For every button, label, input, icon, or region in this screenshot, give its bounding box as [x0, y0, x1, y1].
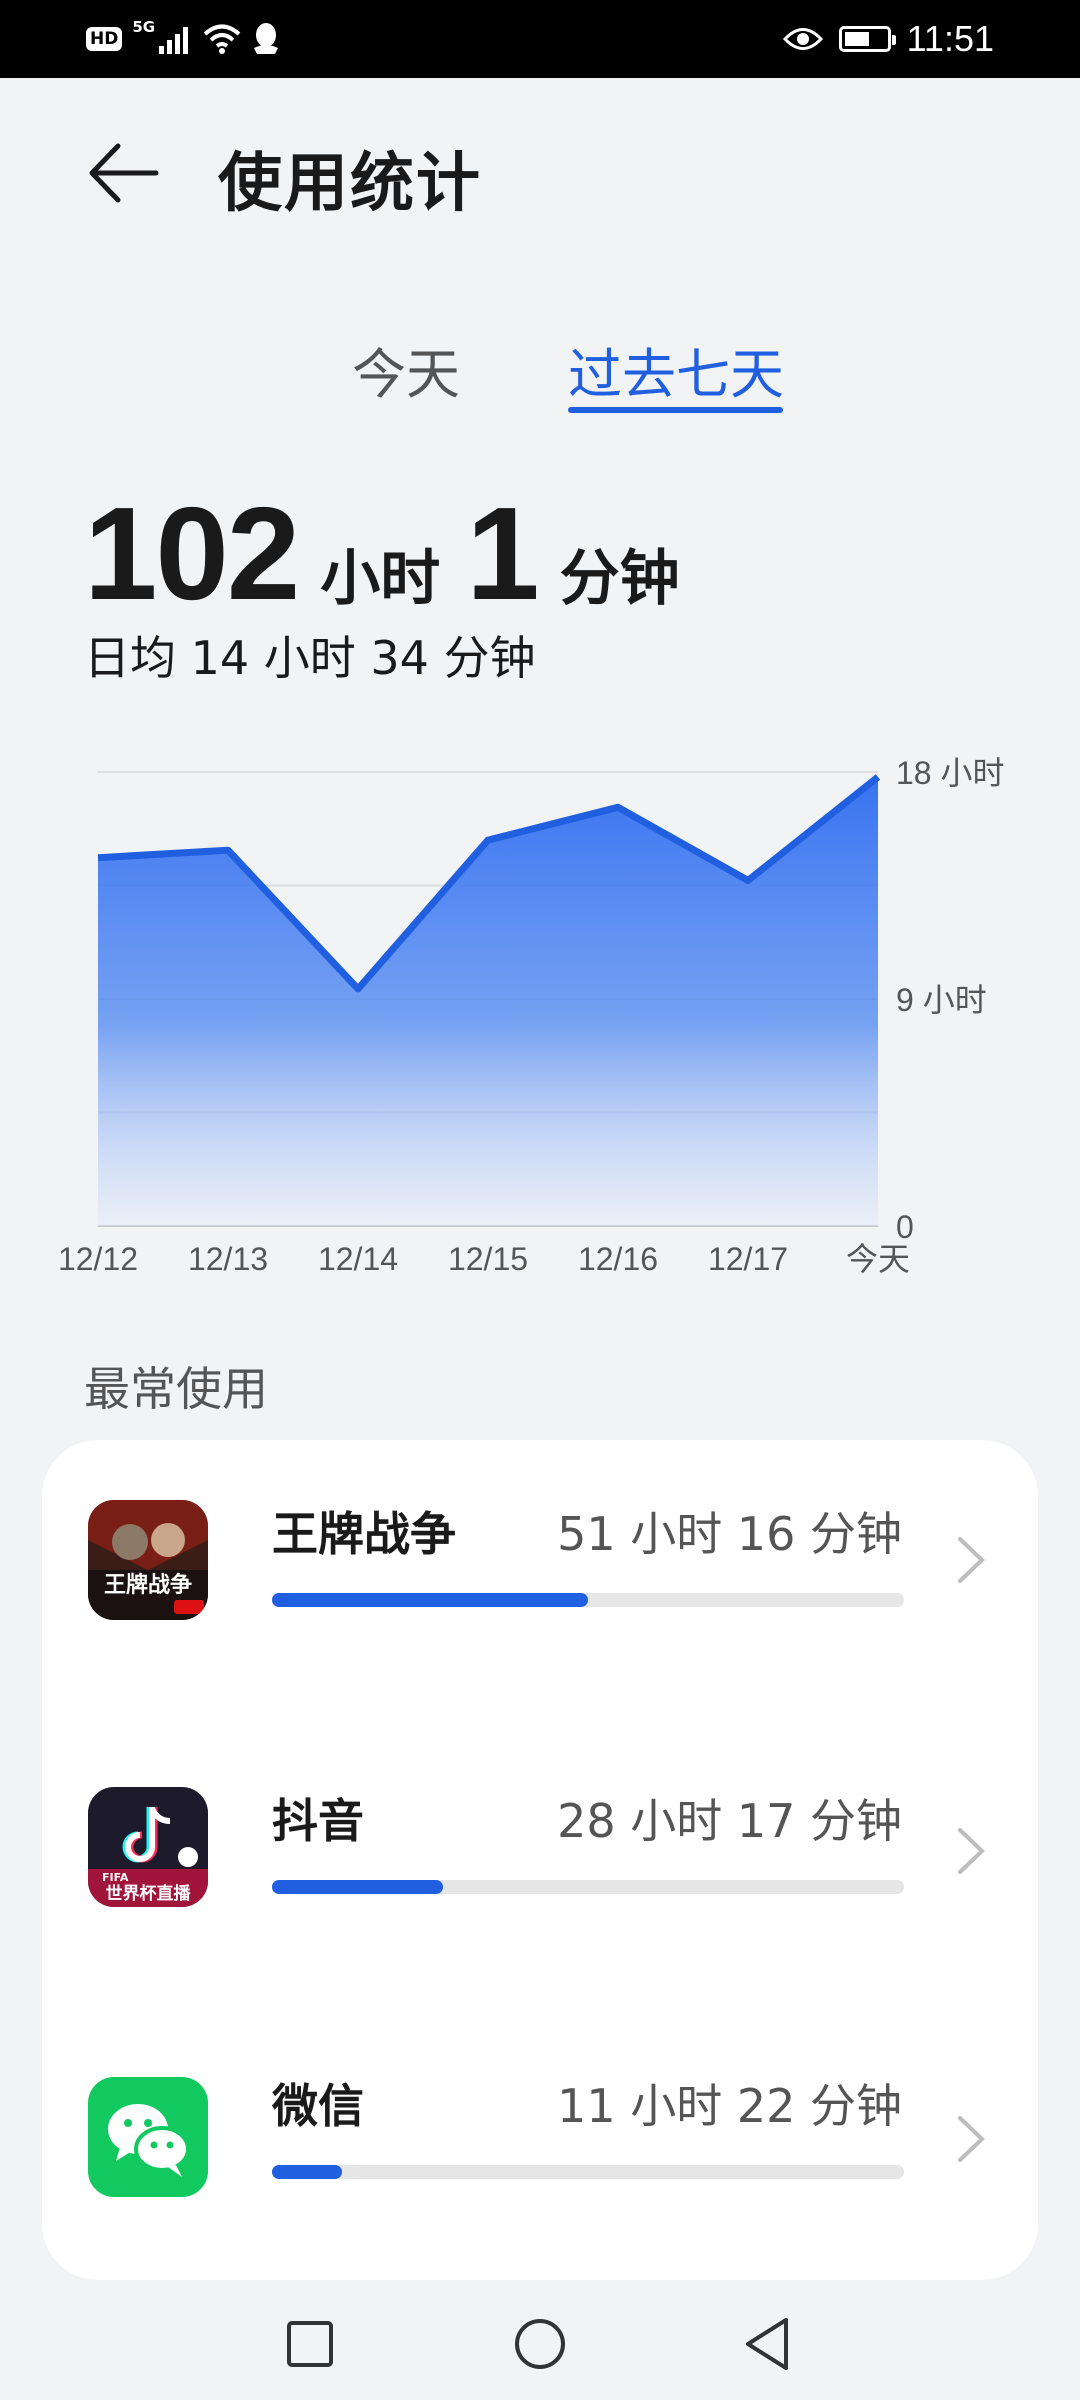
- wangpai-icon-text: 王牌战争: [104, 1572, 192, 1598]
- chevron-right-icon: [958, 1537, 985, 1583]
- status-left: HD 5G: [86, 18, 281, 60]
- app-row-wangpai[interactable]: 王牌战争 王牌战争 51 小时 16 分钟: [42, 1500, 1038, 1700]
- app-row-douyin[interactable]: FIFA 世界杯直播 抖音 28 小时 17 分钟: [42, 1787, 1038, 1987]
- app-usage-time: 28 小时 17 分钟: [557, 1794, 902, 1848]
- app-row-wechat[interactable]: 微信 11 小时 22 分钟: [42, 2072, 1038, 2272]
- douyin-app-icon: FIFA 世界杯直播: [88, 1787, 208, 1907]
- tab-past-seven-days[interactable]: 过去七天: [568, 330, 784, 409]
- chart-y-tick-label: 0: [896, 1209, 914, 1245]
- minutes-unit: 分钟: [559, 544, 680, 614]
- battery-icon: [838, 26, 896, 52]
- status-right: 11:51: [782, 14, 994, 64]
- usage-chart: 18 小时 9 小时 0 12/12 12/13 12/14 12/15 12/16 12/17…: [58, 755, 1005, 1277]
- chart-x-tick-label: 12/13: [188, 1241, 268, 1277]
- usage-bar-fill: [272, 1593, 588, 1607]
- total-hours: 102: [84, 480, 300, 627]
- total-minutes: 1: [466, 480, 539, 627]
- status-bar: HD 5G 11:51: [0, 0, 1080, 78]
- recents-button[interactable]: [287, 2321, 333, 2367]
- usage-bar-fill: [272, 2165, 342, 2179]
- app-name: 抖音: [272, 1794, 364, 1848]
- app-name: 微信: [272, 2079, 364, 2133]
- wangpai-app-icon: 王牌战争: [88, 1500, 208, 1620]
- eye-icon: [782, 28, 823, 50]
- system-nav-bar: [287, 2318, 788, 2370]
- back-arrow-icon[interactable]: [84, 138, 164, 208]
- hd-badge: HD: [86, 27, 123, 51]
- chart-y-tick-label: 18 小时: [896, 755, 1005, 791]
- signal-icon: [159, 27, 189, 54]
- usage-bar-fill: [272, 1880, 443, 1894]
- home-button[interactable]: [515, 2319, 565, 2369]
- app-list-card: 王牌战争 王牌战争 51 小时 16 分钟 FIFA 世界杯直播 抖音 28 小…: [42, 1440, 1038, 2280]
- clock: 11:51: [906, 18, 994, 59]
- chart-y-tick-label: 9 小时: [896, 982, 987, 1018]
- app-name: 王牌战争: [272, 1507, 456, 1561]
- section-most-used: 最常使用: [84, 1362, 268, 1416]
- total-usage: 102 小时 1 分钟: [84, 478, 706, 629]
- qq-icon: [254, 23, 279, 54]
- douyin-icon-fifa: FIFA: [102, 1871, 129, 1884]
- chevron-right-icon: [958, 1828, 985, 1874]
- network-type: 5G: [132, 18, 156, 36]
- daily-average: 日均 14 小时 34 分钟: [84, 631, 536, 685]
- chevron-right-icon: [958, 2116, 985, 2162]
- wifi-icon: [203, 24, 241, 54]
- tab-indicator: [568, 407, 783, 413]
- chart-x-tick-label: 12/17: [708, 1241, 788, 1277]
- usage-bar-track: [272, 1593, 904, 1607]
- battery-level: [844, 32, 870, 46]
- back-button[interactable]: [746, 2318, 788, 2370]
- usage-bar-track: [272, 2165, 904, 2179]
- chart-x-tick-label: 今天: [846, 1241, 910, 1277]
- app-usage-time: 11 小时 22 分钟: [557, 2079, 902, 2133]
- app-usage-time: 51 小时 16 分钟: [557, 1507, 902, 1561]
- page-title: 使用统计: [218, 147, 482, 221]
- wechat-app-icon: [88, 2077, 208, 2197]
- chart-x-tick-label: 12/16: [578, 1241, 658, 1277]
- douyin-icon-subtitle: 世界杯直播: [106, 1883, 192, 1904]
- hours-unit: 小时: [320, 544, 441, 614]
- chart-x-tick-label: 12/15: [448, 1241, 528, 1277]
- tab-today[interactable]: 今天: [352, 330, 460, 409]
- usage-bar-track: [272, 1880, 904, 1894]
- chart-x-tick-label: 12/14: [318, 1241, 398, 1277]
- chart-x-tick-label: 12/12: [58, 1241, 138, 1277]
